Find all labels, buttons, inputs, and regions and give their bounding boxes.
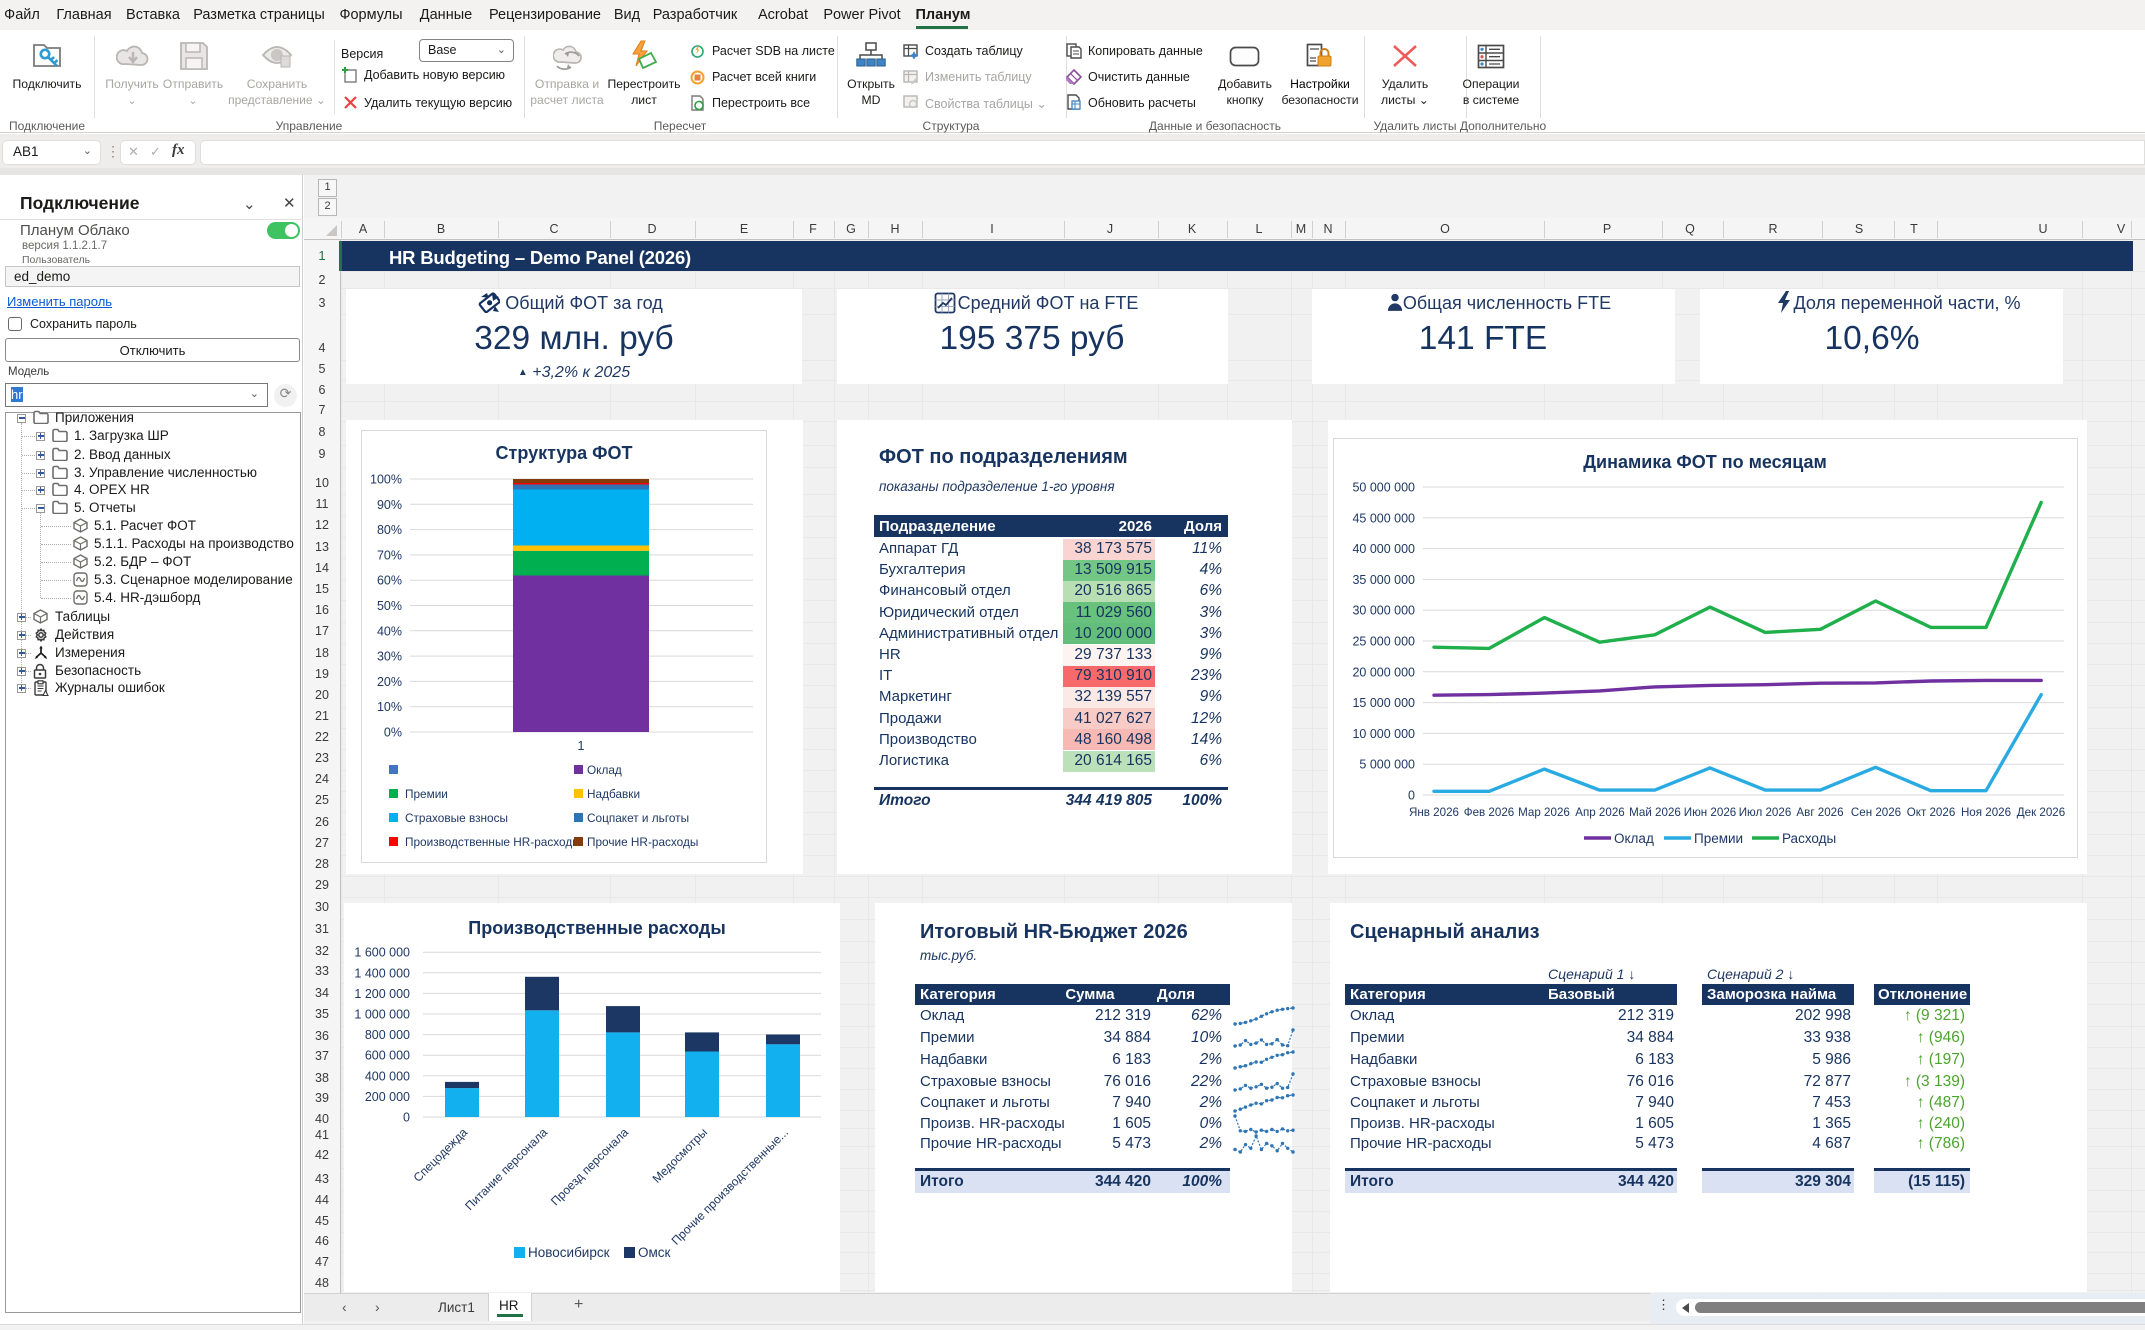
- svg-text:Ноя 2026: Ноя 2026: [1961, 806, 2011, 819]
- svg-text:20 000 000: 20 000 000: [1352, 665, 1415, 679]
- svg-text:Премии: Премии: [1694, 831, 1743, 846]
- svg-text:0: 0: [403, 1111, 410, 1125]
- svg-text:0%: 0%: [384, 726, 402, 740]
- svg-text:Динамика ФОТ по месяцам: Динамика ФОТ по месяцам: [1583, 452, 1827, 472]
- svg-text:60%: 60%: [377, 574, 402, 588]
- svg-text:40 000 000: 40 000 000: [1352, 542, 1415, 556]
- svg-text:Оклад: Оклад: [1614, 831, 1654, 846]
- svg-text:Окт 2026: Окт 2026: [1907, 806, 1956, 819]
- svg-text:Сен 2026: Сен 2026: [1851, 806, 1901, 819]
- svg-text:45 000 000: 45 000 000: [1352, 511, 1415, 525]
- svg-text:Новосибирск: Новосибирск: [528, 1245, 610, 1260]
- svg-text:Соцпакет и льготы: Соцпакет и льготы: [587, 811, 689, 825]
- svg-text:50 000 000: 50 000 000: [1352, 481, 1415, 495]
- svg-text:Премии: Премии: [405, 787, 448, 801]
- svg-text:Надбавки: Надбавки: [587, 787, 640, 801]
- svg-text:Июл 2026: Июл 2026: [1739, 806, 1792, 819]
- svg-text:80%: 80%: [377, 523, 402, 537]
- svg-text:Май 2026: Май 2026: [1629, 806, 1681, 819]
- svg-text:Производственные HR-расходы: Производственные HR-расходы: [405, 835, 581, 849]
- svg-text:Июн 2026: Июн 2026: [1684, 806, 1736, 819]
- svg-text:15 000 000: 15 000 000: [1352, 696, 1415, 710]
- svg-text:5 000 000: 5 000 000: [1359, 758, 1415, 772]
- svg-text:30 000 000: 30 000 000: [1352, 604, 1415, 618]
- svg-text:Фев 2026: Фев 2026: [1464, 806, 1514, 819]
- svg-text:1 600 000: 1 600 000: [354, 946, 410, 960]
- svg-text:Расходы: Расходы: [1782, 831, 1836, 846]
- svg-text:30%: 30%: [377, 650, 402, 664]
- svg-text:Структура ФОТ: Структура ФОТ: [496, 443, 633, 463]
- svg-text:10%: 10%: [377, 700, 402, 714]
- svg-text:Оклад: Оклад: [587, 763, 622, 777]
- svg-text:10 000 000: 10 000 000: [1352, 727, 1415, 741]
- svg-text:100%: 100%: [370, 473, 402, 487]
- svg-text:70%: 70%: [377, 548, 402, 562]
- svg-text:1 000 000: 1 000 000: [354, 1008, 410, 1022]
- svg-text:20%: 20%: [377, 675, 402, 689]
- svg-text:Страховые взносы: Страховые взносы: [405, 811, 508, 825]
- svg-text:1 200 000: 1 200 000: [354, 987, 410, 1001]
- svg-text:Производственные расходы: Производственные расходы: [468, 918, 725, 938]
- svg-text:Мар 2026: Мар 2026: [1518, 806, 1570, 819]
- svg-text:Авг 2026: Авг 2026: [1796, 806, 1843, 819]
- svg-text:40%: 40%: [377, 624, 402, 638]
- svg-text:50%: 50%: [377, 599, 402, 613]
- svg-text:25 000 000: 25 000 000: [1352, 635, 1415, 649]
- svg-text:0: 0: [1408, 789, 1415, 803]
- svg-text:90%: 90%: [377, 498, 402, 512]
- svg-text:600 000: 600 000: [365, 1049, 410, 1063]
- svg-text:35 000 000: 35 000 000: [1352, 573, 1415, 587]
- svg-text:1: 1: [578, 739, 585, 753]
- svg-text:400 000: 400 000: [365, 1069, 410, 1083]
- svg-text:1 400 000: 1 400 000: [354, 966, 410, 980]
- svg-text:Янв 2026: Янв 2026: [1409, 806, 1459, 819]
- svg-text:Омск: Омск: [638, 1245, 671, 1260]
- svg-text:Дек 2026: Дек 2026: [2017, 806, 2065, 819]
- svg-text:800 000: 800 000: [365, 1028, 410, 1042]
- svg-text:Апр 2026: Апр 2026: [1575, 806, 1624, 819]
- svg-text:200 000: 200 000: [365, 1090, 410, 1104]
- svg-text:Прочие HR-расходы: Прочие HR-расходы: [587, 835, 698, 849]
